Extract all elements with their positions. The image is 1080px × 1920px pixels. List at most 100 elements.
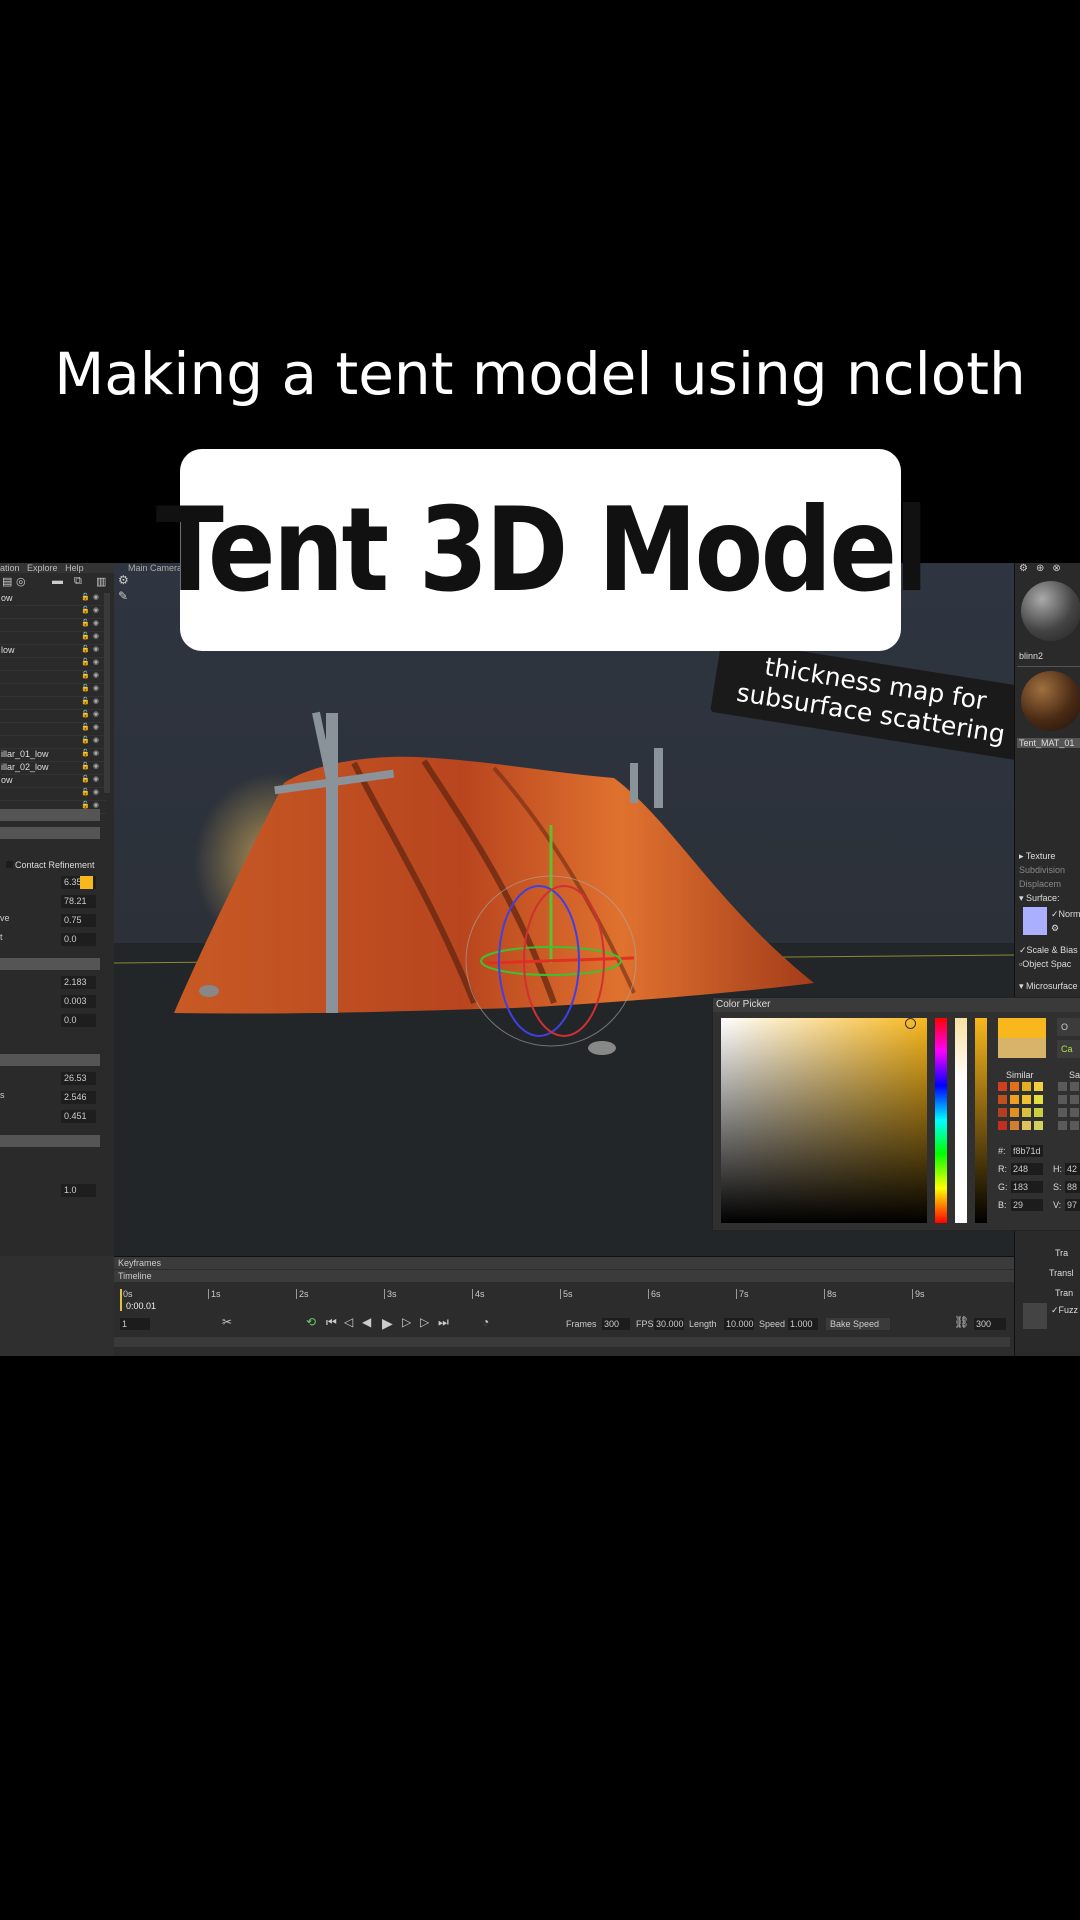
outliner-row[interactable]: ow 🔓◉ <box>0 593 106 606</box>
bake-speed-button[interactable]: Bake Speed <box>826 1318 890 1330</box>
material-name-selected[interactable]: Tent_MAT_01 <box>1017 738 1080 748</box>
value-slider[interactable] <box>975 1018 987 1223</box>
fuzz-map-thumbnail[interactable] <box>1023 1303 1047 1329</box>
import-icon[interactable]: ▤ <box>2 575 12 591</box>
similar-color-swatch[interactable] <box>998 1108 1007 1117</box>
property-value-input[interactable]: 2.546 <box>61 1091 96 1104</box>
normal-map-thumbnail[interactable] <box>1023 907 1047 935</box>
menu-item[interactable]: ation <box>0 563 20 573</box>
color-cursor-icon[interactable] <box>905 1018 916 1029</box>
outliner-row[interactable]: 🔓◉ <box>0 606 106 619</box>
property-value-input[interactable]: 0.75 <box>61 914 96 927</box>
visibility-icon[interactable]: 🔓◉ <box>81 619 102 627</box>
g-input[interactable]: 183 <box>1011 1181 1043 1193</box>
outliner-row[interactable]: illar_01_low 🔓◉ <box>0 749 106 762</box>
visibility-icon[interactable]: 🔓◉ <box>81 658 102 666</box>
cancel-button[interactable]: Ca <box>1057 1040 1080 1058</box>
visibility-icon[interactable]: 🔓◉ <box>81 710 102 718</box>
play-icon[interactable]: ▶ <box>382 1315 393 1332</box>
menu-item[interactable]: Explore <box>27 563 58 573</box>
similar-color-swatch[interactable] <box>1022 1121 1031 1130</box>
fuzz-checkbox[interactable]: ✓Fuzz <box>1051 1305 1078 1316</box>
next-frame-icon[interactable]: ▷ <box>402 1315 411 1329</box>
visibility-icon[interactable]: 🔓◉ <box>81 723 102 731</box>
visibility-icon[interactable]: 🔓◉ <box>81 593 102 601</box>
speed-dial-icon[interactable]: ◔ <box>482 1315 489 1329</box>
folder-icon[interactable]: ▬ <box>52 575 63 591</box>
property-value-input[interactable]: 2.183 <box>61 976 96 989</box>
ok-button[interactable]: O <box>1057 1018 1080 1036</box>
v-input[interactable]: 97 <box>1065 1199 1080 1211</box>
property-value-input[interactable]: 0.0 <box>61 933 96 946</box>
settings-icon[interactable]: ⚙ <box>1019 563 1036 574</box>
saved-color-swatch[interactable] <box>1058 1108 1067 1117</box>
outliner-row[interactable]: ow 🔓◉ <box>0 775 106 788</box>
timeline-header[interactable]: Timeline <box>114 1270 1014 1282</box>
similar-color-swatch[interactable] <box>1034 1095 1043 1104</box>
displacement-section[interactable]: Displacem <box>1019 879 1061 889</box>
section-header[interactable] <box>0 809 100 821</box>
visibility-icon[interactable]: 🔓◉ <box>81 671 102 679</box>
visibility-icon[interactable]: 🔓◉ <box>81 697 102 705</box>
menu-item[interactable]: Help <box>65 563 84 573</box>
subdivision-section[interactable]: Subdivision <box>1019 865 1065 875</box>
add-icon[interactable]: ⊕ <box>1036 563 1052 574</box>
outliner-row[interactable]: 🔓◉ <box>0 619 106 632</box>
visibility-icon[interactable]: 🔓◉ <box>81 632 102 640</box>
hue-slider[interactable] <box>935 1018 947 1223</box>
visibility-icon[interactable]: 🔓◉ <box>81 749 102 757</box>
similar-color-swatch[interactable] <box>1034 1082 1043 1091</box>
color-swatch[interactable] <box>80 876 93 889</box>
timeline-scrollbar[interactable] <box>114 1337 1010 1347</box>
material-name[interactable]: blinn2 <box>1019 651 1043 661</box>
saved-color-swatch[interactable] <box>1058 1121 1067 1130</box>
outliner-row[interactable]: 🔓◉ <box>0 710 106 723</box>
texture-section[interactable]: ▸ Texture <box>1019 851 1055 862</box>
section-header[interactable] <box>0 1135 100 1147</box>
normal-checkbox[interactable]: ✓Norm <box>1051 909 1080 920</box>
microsurface-section[interactable]: ▾ Microsurface <box>1019 981 1078 992</box>
outliner-row[interactable]: illar_02_low 🔓◉ <box>0 762 106 775</box>
similar-color-swatch[interactable] <box>1010 1121 1019 1130</box>
visibility-icon[interactable]: 🔓◉ <box>81 645 102 653</box>
visibility-icon[interactable]: 🔓◉ <box>81 762 102 770</box>
property-value-input[interactable]: 1.0 <box>61 1184 96 1197</box>
outliner-scrollbar[interactable] <box>104 593 110 793</box>
outliner-row[interactable]: 🔓◉ <box>0 788 106 801</box>
similar-color-swatch[interactable] <box>1022 1095 1031 1104</box>
skip-start-icon[interactable]: ⏮ <box>326 1315 337 1330</box>
surface-section[interactable]: ▾ Surface: <box>1019 893 1060 904</box>
length-input[interactable]: 10.000 <box>724 1318 754 1330</box>
loop-icon[interactable]: ⟲ <box>306 1315 316 1329</box>
similar-color-swatch[interactable] <box>998 1095 1007 1104</box>
outliner-row[interactable]: low 🔓◉ <box>0 645 106 658</box>
similar-color-swatch[interactable] <box>1010 1082 1019 1091</box>
hex-input[interactable]: f8b71d <box>1011 1145 1043 1157</box>
saved-color-swatch[interactable] <box>1070 1095 1079 1104</box>
delete-icon[interactable]: ▥ <box>96 575 106 591</box>
similar-color-swatch[interactable] <box>1022 1082 1031 1091</box>
visibility-icon[interactable]: 🔓◉ <box>81 775 102 783</box>
visibility-icon[interactable]: 🔓◉ <box>81 788 102 796</box>
outliner-row[interactable]: 🔓◉ <box>0 684 106 697</box>
key-icon[interactable]: ✂ <box>222 1315 232 1329</box>
gear-icon[interactable]: ⚙ <box>1051 923 1059 934</box>
outliner-row[interactable]: 🔓◉ <box>0 632 106 645</box>
saved-color-swatch[interactable] <box>1070 1082 1079 1091</box>
duplicate-icon[interactable]: ⧉ <box>74 575 82 591</box>
similar-color-swatch[interactable] <box>1010 1095 1019 1104</box>
skip-end-icon[interactable]: ⏭ <box>438 1315 449 1330</box>
section-header[interactable] <box>0 827 100 839</box>
link-icon[interactable]: ⛓ <box>954 1315 969 1329</box>
prev-key-icon[interactable]: ◁ <box>344 1315 353 1329</box>
similar-color-swatch[interactable] <box>1034 1121 1043 1130</box>
time-ruler[interactable]: 0s 1s 2s 3s 4s 5s 6s 7s 8s 9s <box>120 1289 1010 1311</box>
similar-color-swatch[interactable] <box>1022 1108 1031 1117</box>
property-value-input[interactable]: 0.0 <box>61 1014 96 1027</box>
s-input[interactable]: 88 <box>1065 1181 1080 1193</box>
color-picker-title[interactable]: Color Picker <box>713 998 1080 1012</box>
saved-color-swatch[interactable] <box>1070 1121 1079 1130</box>
outliner-row[interactable]: 🔓◉ <box>0 736 106 749</box>
speed-input[interactable]: 1.000 <box>788 1318 818 1330</box>
saturation-value-field[interactable] <box>721 1018 927 1223</box>
